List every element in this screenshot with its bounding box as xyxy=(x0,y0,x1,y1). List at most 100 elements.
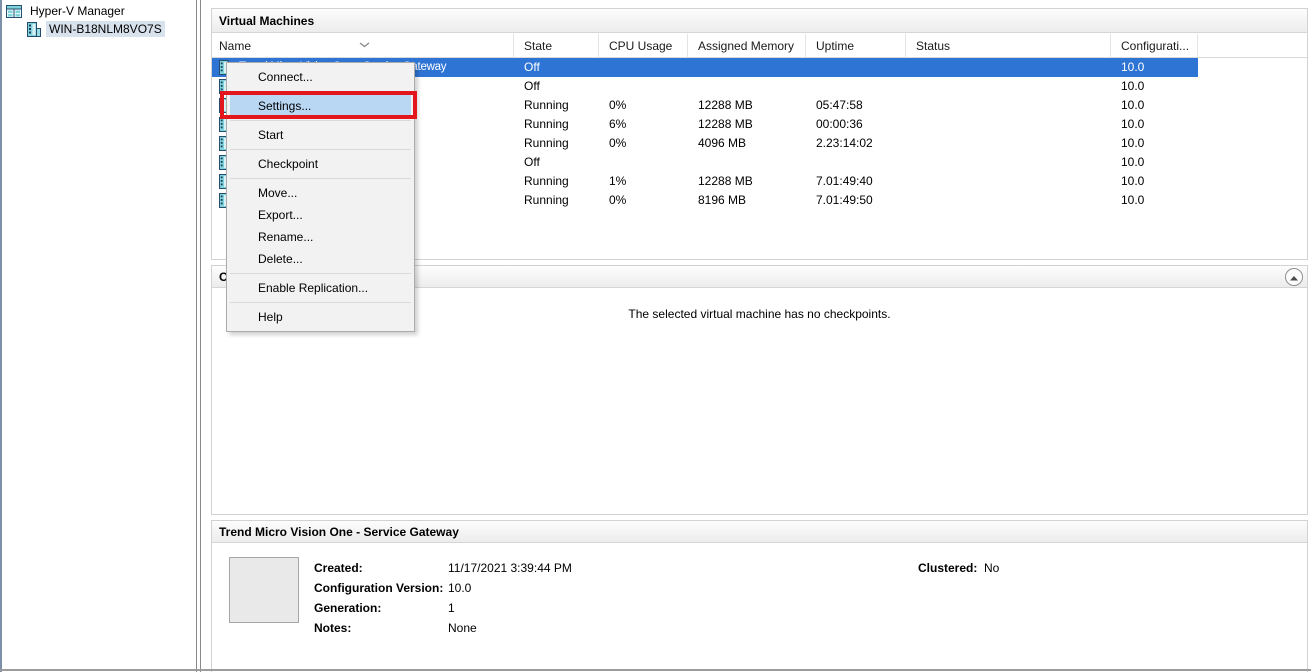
vm-cell-config: 10.0 xyxy=(1111,58,1198,77)
tree-item-label: WIN-B18NLM8VO7S xyxy=(46,21,165,37)
column-header-label: Name xyxy=(219,39,251,53)
column-header-name[interactable]: Name xyxy=(212,34,514,57)
vm-cell-cpu: 1% xyxy=(599,172,688,191)
column-header-memory[interactable]: Assigned Memory xyxy=(688,34,806,57)
vm-cell-cpu: 0% xyxy=(599,191,688,210)
menu-separator xyxy=(230,120,411,121)
detail-field-value: None xyxy=(448,621,477,635)
vm-cell-status xyxy=(906,96,1111,115)
vm-cell-config: 10.0 xyxy=(1111,115,1198,134)
column-header-state[interactable]: State xyxy=(514,34,599,57)
column-header-uptime[interactable]: Uptime xyxy=(806,34,906,57)
vm-context-menu: Connect... Settings... Start Checkpoint Move… xyxy=(226,62,415,332)
menu-item-start[interactable]: Start xyxy=(230,124,411,146)
vm-cell-cpu xyxy=(599,77,688,96)
column-header-label: Uptime xyxy=(816,39,854,53)
vm-cell-state: Running xyxy=(514,115,599,134)
menu-separator xyxy=(230,302,411,303)
column-header-label: Configurati... xyxy=(1121,39,1189,53)
detail-field-label: Configuration Version: xyxy=(314,581,443,595)
vm-cell-cpu xyxy=(599,153,688,172)
column-header-label: CPU Usage xyxy=(609,39,672,53)
vm-cell-status xyxy=(906,153,1111,172)
vm-thumbnail xyxy=(229,557,299,623)
detail-field-value: 11/17/2021 3:39:44 PM xyxy=(448,561,572,575)
detail-field-label: Generation: xyxy=(314,601,381,615)
clustered-label: Clustered: xyxy=(918,561,977,575)
column-header-status[interactable]: Status xyxy=(906,34,1111,57)
vm-details-panel: Trend Micro Vision One - Service Gateway… xyxy=(211,520,1308,672)
detail-field-value: 10.0 xyxy=(448,581,471,595)
checkpoints-collapse-button[interactable] xyxy=(1285,268,1303,286)
menu-item-help[interactable]: Help xyxy=(230,306,411,328)
menu-item-move[interactable]: Move... xyxy=(230,182,411,204)
menu-item-delete[interactable]: Delete... xyxy=(230,248,411,270)
vm-cell-cpu: 0% xyxy=(599,96,688,115)
vm-cell-config: 10.0 xyxy=(1111,134,1198,153)
console-tree-pane: Hyper-V ManagerWIN-B18NLM8VO7S xyxy=(2,0,196,669)
vm-cell-state: Off xyxy=(514,153,599,172)
pane-splitter-line-1[interactable] xyxy=(196,0,197,672)
detail-field-label: Notes: xyxy=(314,621,351,635)
column-header-label: Assigned Memory xyxy=(698,39,794,53)
menu-item-enable-replication[interactable]: Enable Replication... xyxy=(230,277,411,299)
clustered-value: No xyxy=(984,561,999,575)
vm-cell-uptime: 05:47:58 xyxy=(806,96,906,115)
sort-indicator-chevron-down-icon xyxy=(359,37,370,51)
menu-item-export[interactable]: Export... xyxy=(230,204,411,226)
pane-splitter-line-2[interactable] xyxy=(200,0,201,672)
vm-cell-status xyxy=(906,191,1111,210)
hyper-v-manager-icon xyxy=(6,5,22,18)
vm-cell-uptime: 00:00:36 xyxy=(806,115,906,134)
vm-cell-config: 10.0 xyxy=(1111,96,1198,115)
menu-item-rename[interactable]: Rename... xyxy=(230,226,411,248)
vm-cell-memory: 8196 MB xyxy=(688,191,806,210)
vm-cell-config: 10.0 xyxy=(1111,172,1198,191)
vm-details-header: Trend Micro Vision One - Service Gateway xyxy=(212,521,1307,543)
detail-field-value: 1 xyxy=(448,601,455,615)
vm-cell-state: Off xyxy=(514,77,599,96)
menu-item-connect[interactable]: Connect... xyxy=(230,66,411,88)
vm-cell-uptime: 7.01:49:40 xyxy=(806,172,906,191)
column-header-label: State xyxy=(524,39,552,53)
vm-cell-config: 10.0 xyxy=(1111,191,1198,210)
column-header-cpu[interactable]: CPU Usage xyxy=(599,34,688,57)
vm-table-header: Name State CPU Usage Assigned Memory Uptime S… xyxy=(212,34,1307,58)
vm-cell-memory xyxy=(688,77,806,96)
detail-field-label: Created: xyxy=(314,561,363,575)
menu-separator xyxy=(230,273,411,274)
column-header-config[interactable]: Configurati... xyxy=(1111,34,1198,57)
tree-item-hyper-v-manager[interactable]: Hyper-V Manager xyxy=(6,2,128,20)
vm-cell-uptime: 2.23:14:02 xyxy=(806,134,906,153)
vm-cell-memory xyxy=(688,58,806,77)
vm-cell-status xyxy=(906,58,1111,77)
menu-separator xyxy=(230,91,411,92)
vm-cell-uptime xyxy=(806,153,906,172)
menu-separator xyxy=(230,178,411,179)
vm-cell-status xyxy=(906,134,1111,153)
vm-cell-uptime: 7.01:49:50 xyxy=(806,191,906,210)
vm-cell-state: Running xyxy=(514,134,599,153)
window-bottom-border xyxy=(0,669,1311,671)
vm-cell-status xyxy=(906,77,1111,96)
vm-details-title: Trend Micro Vision One - Service Gateway xyxy=(219,525,459,539)
menu-item-checkpoint[interactable]: Checkpoint xyxy=(230,153,411,175)
vm-cell-uptime xyxy=(806,77,906,96)
tree-item-win-b18nlm8vo7s[interactable]: WIN-B18NLM8VO7S xyxy=(27,20,165,38)
vm-cell-config: 10.0 xyxy=(1111,153,1198,172)
virtual-machines-title: Virtual Machines xyxy=(219,14,314,28)
column-header-label: Status xyxy=(916,39,950,53)
vm-cell-memory: 12288 MB xyxy=(688,172,806,191)
vm-cell-state: Running xyxy=(514,96,599,115)
vm-cell-cpu: 6% xyxy=(599,115,688,134)
vm-cell-memory xyxy=(688,153,806,172)
menu-item-settings[interactable]: Settings... xyxy=(230,95,411,117)
vm-cell-uptime xyxy=(806,58,906,77)
vm-cell-cpu xyxy=(599,58,688,77)
server-icon xyxy=(27,22,41,37)
chevron-up-icon xyxy=(1289,270,1299,284)
vm-cell-state: Off xyxy=(514,58,599,77)
vm-cell-state: Running xyxy=(514,191,599,210)
vm-cell-status xyxy=(906,115,1111,134)
vm-cell-memory: 12288 MB xyxy=(688,96,806,115)
